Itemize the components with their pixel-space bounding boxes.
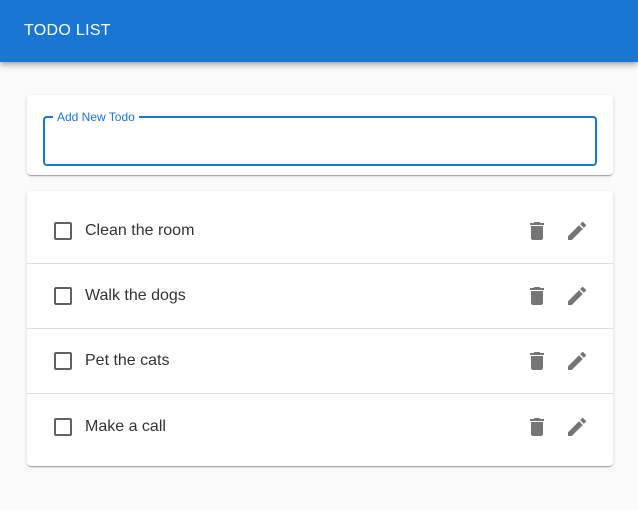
- todo-checkbox[interactable]: [54, 222, 72, 240]
- pencil-icon: [568, 286, 587, 305]
- pencil-icon: [568, 221, 587, 240]
- add-todo-label: Add New Todo: [57, 110, 135, 124]
- todo-text: Pet the cats: [85, 352, 170, 369]
- pencil-icon: [568, 351, 587, 370]
- edit-button[interactable]: [565, 284, 589, 308]
- todo-list: Clean the room Walk the dogs Pet the cat…: [27, 191, 613, 466]
- todo-item: Clean the room: [27, 199, 613, 264]
- todo-text: Clean the room: [85, 222, 195, 239]
- trash-icon: [530, 352, 544, 370]
- delete-button[interactable]: [525, 349, 549, 373]
- todo-checkbox[interactable]: [54, 417, 72, 436]
- trash-icon: [530, 287, 544, 305]
- app-bar: TODO LIST: [0, 0, 638, 62]
- add-todo-field[interactable]: Add New Todo: [43, 111, 597, 166]
- todo-checkbox[interactable]: [54, 287, 72, 305]
- trash-icon: [530, 417, 544, 436]
- trash-icon: [530, 222, 544, 240]
- add-todo-input[interactable]: [57, 127, 577, 151]
- edit-button[interactable]: [565, 349, 589, 373]
- todo-item: Walk the dogs: [27, 264, 613, 329]
- delete-button[interactable]: [525, 415, 549, 439]
- delete-button[interactable]: [525, 284, 549, 308]
- todo-checkbox[interactable]: [54, 352, 72, 370]
- add-todo-card: Add New Todo: [27, 95, 613, 175]
- todo-text: Make a call: [85, 417, 166, 435]
- edit-button[interactable]: [565, 415, 589, 439]
- edit-button[interactable]: [565, 219, 589, 243]
- pencil-icon: [568, 417, 587, 436]
- todo-item: Pet the cats: [27, 329, 613, 394]
- todo-item: Make a call: [27, 394, 613, 459]
- app-title: TODO LIST: [24, 22, 111, 39]
- todo-text: Walk the dogs: [85, 287, 186, 304]
- delete-button[interactable]: [525, 219, 549, 243]
